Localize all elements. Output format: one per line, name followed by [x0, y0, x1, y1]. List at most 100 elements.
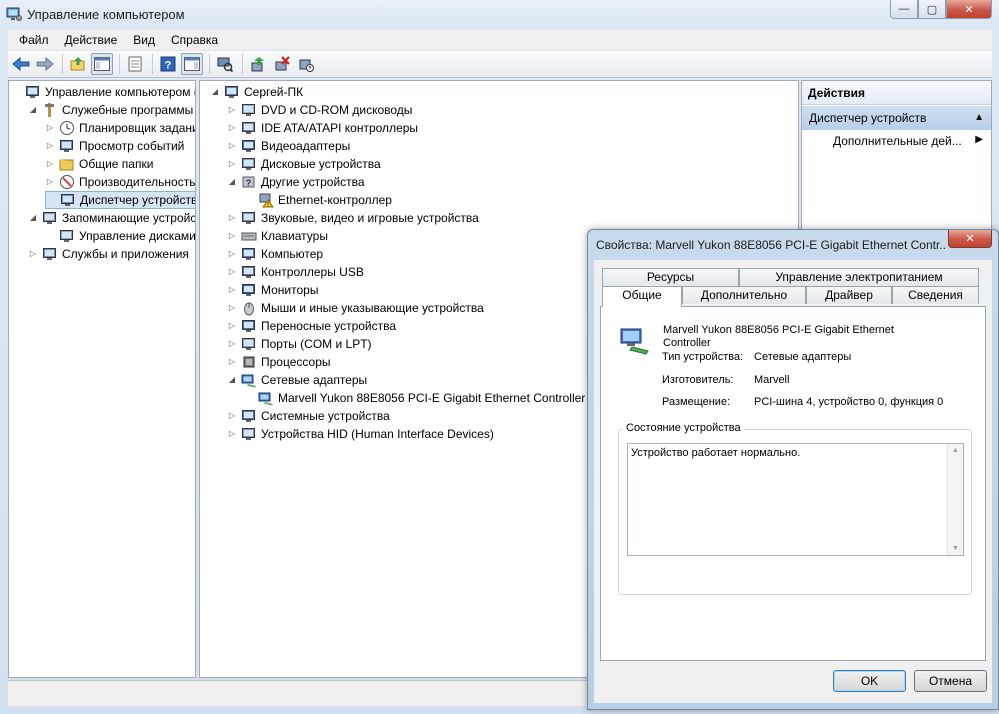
tab-advanced[interactable]: Дополнительно — [682, 286, 806, 304]
uninstall-device-button[interactable] — [271, 53, 293, 75]
device-tree-item-row[interactable]: ▷ Контроллеры USB — [227, 263, 364, 281]
cancel-button[interactable]: Отмена — [914, 670, 987, 692]
tab-driver[interactable]: Драйвер — [806, 286, 892, 304]
help-button[interactable]: ? — [157, 53, 179, 75]
expand-arrow-icon[interactable]: ▷ — [227, 335, 237, 353]
monitor-icon — [242, 284, 255, 296]
collapse-arrow-icon[interactable]: ◢ — [227, 173, 237, 191]
up-one-level-button[interactable] — [67, 53, 89, 75]
device-tree-item-row[interactable]: ▷ Дисковые устройства — [227, 155, 381, 173]
device-tree-item-row[interactable]: ! Ethernet-контроллер — [244, 191, 392, 209]
back-arrow-icon — [12, 57, 30, 71]
collapse-arrow-icon[interactable]: ◢ — [28, 101, 38, 119]
disable-device-button[interactable] — [295, 53, 317, 75]
device-tree-item-row[interactable]: ◢ Сергей-ПК — [210, 83, 303, 101]
menu-help[interactable]: Справка — [163, 33, 226, 47]
tab-general[interactable]: Общие — [602, 286, 682, 307]
collapse-arrow-icon[interactable]: ◢ — [210, 83, 220, 101]
device-tree-item-row[interactable]: ◢? Другие устройства — [227, 173, 365, 191]
console-tree-item-label: Службы и приложения — [62, 247, 189, 261]
collapse-arrow-icon[interactable]: ◢ — [227, 371, 237, 389]
export-list-button[interactable] — [124, 53, 146, 75]
expand-arrow-icon[interactable]: ▷ — [227, 317, 237, 335]
expand-arrow-icon[interactable]: ▷ — [45, 137, 55, 155]
maximize-button[interactable]: ▢ — [918, 0, 946, 19]
update-driver-button[interactable] — [247, 53, 269, 75]
expand-arrow-icon[interactable]: ▷ — [227, 407, 237, 425]
expand-arrow-icon[interactable]: ▷ — [227, 227, 237, 245]
manufacturer-value: Marvell — [754, 374, 790, 386]
title-bar[interactable]: Управление компьютером — ▢ ✕ — [0, 0, 999, 29]
device-tree-item-row[interactable]: ▷ DVD и CD-ROM дисководы — [227, 101, 412, 119]
tab-resources[interactable]: Ресурсы — [602, 268, 739, 286]
console-tree-item-row[interactable]: ▷ Общие папки — [45, 155, 154, 173]
expand-arrow-icon[interactable]: ▷ — [227, 425, 237, 443]
device-tree-item-row[interactable]: ▷ Мониторы — [227, 281, 319, 299]
device-tree-item-row[interactable]: ▷ Клавиатуры — [227, 227, 328, 245]
expand-arrow-icon[interactable]: ▷ — [227, 119, 237, 137]
device-tree-item-label: Marvell Yukon 88E8056 PCI-E Gigabit Ethe… — [278, 391, 586, 405]
scan-hardware-icon — [217, 57, 233, 72]
show-hide-console-tree-button[interactable] — [91, 53, 113, 75]
show-hide-action-pane-button[interactable] — [181, 53, 203, 75]
menu-view[interactable]: Вид — [125, 33, 163, 47]
device-status-textbox[interactable]: Устройство работает нормально. ▲ ▼ — [627, 443, 964, 556]
device-name: Marvell Yukon 88E8056 PCI-E Gigabit Ethe… — [663, 324, 894, 349]
device-tree-item-label: Ethernet-контроллер — [278, 193, 392, 207]
device-tree-item-row[interactable]: ▷ Процессоры — [227, 353, 331, 371]
expand-arrow-icon[interactable]: ▷ — [28, 245, 38, 263]
ok-button[interactable]: OK — [833, 670, 906, 692]
expand-arrow-icon[interactable]: ▷ — [227, 101, 237, 119]
menu-file[interactable]: Файл — [11, 33, 57, 47]
device-tree-item-row[interactable]: ◢ Сетевые адаптеры — [227, 371, 367, 389]
mouse-icon — [244, 302, 254, 316]
scroll-up-icon[interactable]: ▲ — [952, 447, 959, 454]
expand-arrow-icon[interactable]: ▷ — [227, 299, 237, 317]
device-tree-item-row[interactable]: ▷ Системные устройства — [227, 407, 390, 425]
network-card-icon — [258, 392, 273, 406]
console-tree-item-row[interactable]: ▷ Производительность — [45, 173, 195, 191]
status-scrollbar[interactable]: ▲ ▼ — [947, 444, 963, 555]
expand-arrow-icon[interactable]: ▷ — [227, 209, 237, 227]
console-tree-item-row[interactable]: ◢ Служебные программы — [28, 101, 193, 119]
tab-power-management[interactable]: Управление электропитанием — [739, 268, 979, 286]
device-tree-item-row[interactable]: ▷ Видеоадаптеры — [227, 137, 350, 155]
device-tree-item-row[interactable]: ▷ IDE ATA/ATAPI контроллеры — [227, 119, 418, 137]
close-button[interactable]: ✕ — [946, 0, 992, 19]
dialog-close-button[interactable]: ✕ — [948, 230, 992, 248]
expand-arrow-icon[interactable]: ▷ — [45, 119, 55, 137]
expand-arrow-icon[interactable]: ▷ — [45, 155, 55, 173]
console-tree-item-row[interactable]: ◢ Запоминающие устройст — [28, 209, 195, 227]
properties-dialog: Свойства: Marvell Yukon 88E8056 PCI-E Gi… — [587, 229, 999, 710]
actions-section-device-manager[interactable]: Диспетчер устройств ▲ — [802, 106, 991, 130]
scan-hardware-button[interactable] — [214, 53, 236, 75]
tab-details[interactable]: Сведения — [892, 286, 979, 304]
expand-arrow-icon[interactable]: ▷ — [227, 353, 237, 371]
collapse-arrow-icon[interactable]: ◢ — [28, 209, 38, 227]
device-tree-item-row[interactable]: ▷ Устройства HID (Human Interface Devices… — [227, 425, 494, 443]
expand-arrow-icon[interactable]: ▷ — [227, 245, 237, 263]
minimize-button[interactable]: — — [890, 0, 918, 19]
console-tree-item-row[interactable]: Управление дисками — [45, 227, 195, 245]
expand-arrow-icon[interactable]: ▷ — [227, 155, 237, 173]
console-tree-item-row[interactable]: ▷ Планировщик заданий — [45, 119, 195, 137]
device-tree-item-row[interactable]: ▷ Звуковые, видео и игровые устройства — [227, 209, 479, 227]
console-tree-item-row[interactable]: Диспетчер устройств — [45, 191, 195, 209]
device-tree-item-row[interactable]: ▷ Порты (COM и LPT) — [227, 335, 372, 353]
forward-button[interactable] — [34, 53, 56, 75]
more-actions-item[interactable]: Дополнительные дей... ▶ — [833, 134, 983, 148]
device-tree-item-row[interactable]: ▷ Компьютер — [227, 245, 323, 263]
expand-arrow-icon[interactable]: ▷ — [227, 137, 237, 155]
menu-action[interactable]: Действие — [57, 33, 126, 47]
device-tree-item-row[interactable]: Marvell Yukon 88E8056 PCI-E Gigabit Ethe… — [244, 389, 585, 407]
back-button[interactable] — [10, 53, 32, 75]
console-tree-item-row[interactable]: Управление компьютером (л — [11, 83, 195, 101]
expand-arrow-icon[interactable]: ▷ — [227, 281, 237, 299]
expand-arrow-icon[interactable]: ▷ — [45, 173, 55, 191]
scroll-down-icon[interactable]: ▼ — [952, 545, 959, 552]
device-tree-item-row[interactable]: ▷ Переносные устройства — [227, 317, 396, 335]
device-tree-item-row[interactable]: ▷ Мыши и иные указывающие устройства — [227, 299, 484, 317]
console-tree-item-row[interactable]: ▷ Службы и приложения — [28, 245, 189, 263]
console-tree-item-row[interactable]: ▷ Просмотр событий — [45, 137, 184, 155]
expand-arrow-icon[interactable]: ▷ — [227, 263, 237, 281]
